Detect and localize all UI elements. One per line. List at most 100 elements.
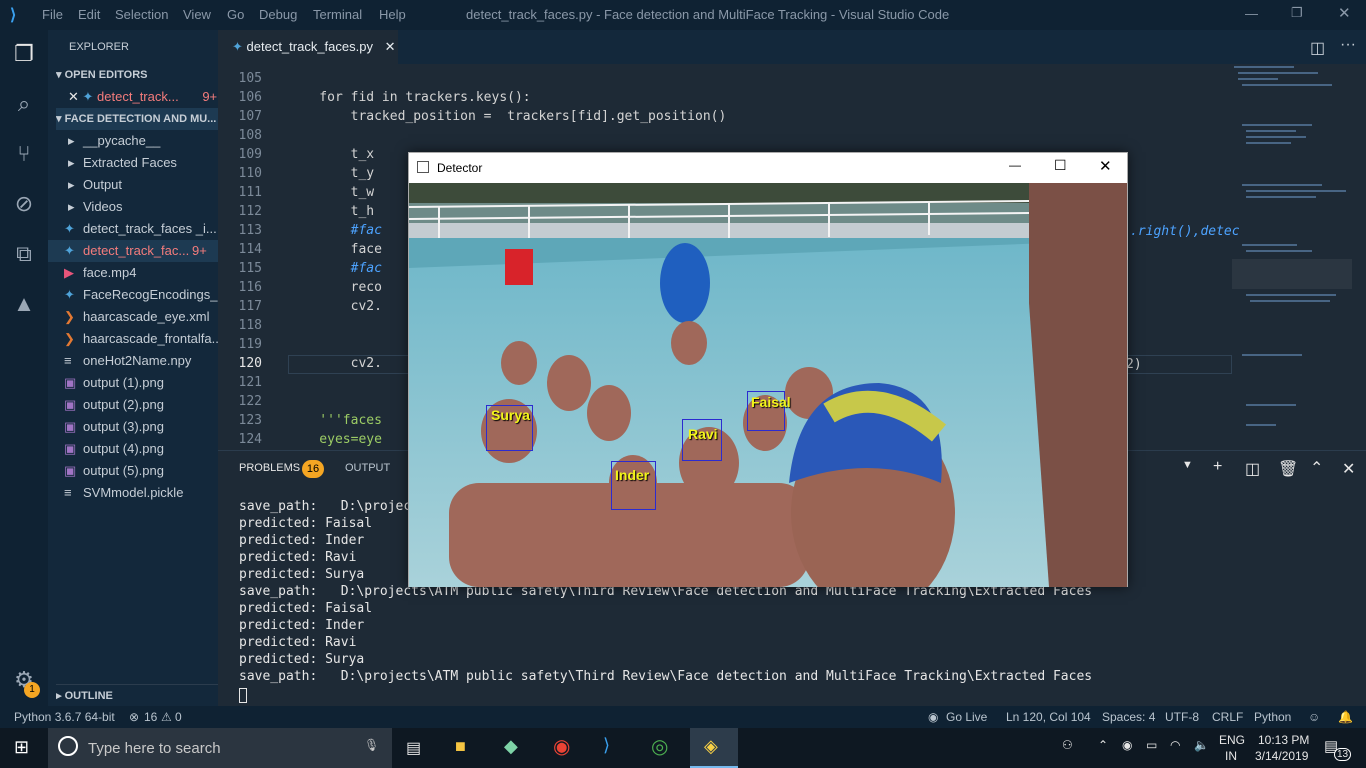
trash-icon[interactable]: 🗑 bbox=[1278, 459, 1298, 479]
source-control-icon[interactable]: ⑂ bbox=[10, 140, 38, 168]
debug-icon[interactable]: ⊘ bbox=[10, 190, 38, 218]
minimize-icon[interactable]: — bbox=[1245, 6, 1258, 21]
close-panel-icon[interactable]: ✕ bbox=[1342, 459, 1355, 479]
menu-file[interactable]: File bbox=[42, 7, 63, 22]
sidebar-item[interactable]: ▸ Videos bbox=[48, 196, 218, 218]
wifi-icon[interactable]: ◠ bbox=[1170, 738, 1180, 752]
cursor-position[interactable]: Ln 120, Col 104 bbox=[1006, 710, 1091, 724]
detector-close-icon[interactable]: ✕ bbox=[1099, 157, 1112, 175]
sidebar-item[interactable]: ▣ output (4).png bbox=[48, 438, 218, 460]
error-count[interactable]: 16 bbox=[144, 710, 157, 724]
record-icon[interactable]: ◉ bbox=[1122, 738, 1132, 752]
line-ending[interactable]: CRLF bbox=[1212, 710, 1243, 724]
go-live-button[interactable]: Go Live bbox=[946, 710, 987, 724]
sidebar-item[interactable]: ▶ face.mp4 bbox=[48, 262, 218, 284]
menu-view[interactable]: View bbox=[183, 7, 211, 22]
outline-section[interactable]: ▸ OUTLINE bbox=[56, 684, 226, 706]
chevron-up-icon[interactable]: ⌃ bbox=[1098, 738, 1108, 752]
code-line[interactable]: tracked_position = trackers[fid].get_pos… bbox=[288, 109, 727, 124]
explorer-icon[interactable]: ❐ bbox=[10, 40, 38, 68]
language-bottom[interactable]: IN bbox=[1225, 749, 1237, 763]
encoding[interactable]: UTF-8 bbox=[1165, 710, 1199, 724]
microphone-icon[interactable]: 🎙 bbox=[364, 738, 379, 752]
windows-start-icon[interactable]: ⊞ bbox=[14, 737, 29, 758]
detector-maximize-icon[interactable]: ☐ bbox=[1054, 157, 1067, 174]
tab-problems[interactable]: PROBLEMS bbox=[239, 462, 300, 474]
menu-edit[interactable]: Edit bbox=[78, 7, 100, 22]
code-line[interactable]: cv2. bbox=[288, 299, 382, 314]
menu-help[interactable]: Help bbox=[379, 7, 406, 22]
sidebar-item[interactable]: ❯ haarcascade_frontalfa... bbox=[48, 328, 218, 350]
code-line[interactable]: reco bbox=[288, 280, 382, 295]
sidebar-item[interactable]: ▸ __pycache__ bbox=[48, 130, 218, 152]
code-line[interactable]: cv2. bbox=[288, 356, 382, 371]
split-editor-icon[interactable]: ◫ bbox=[1310, 38, 1325, 58]
maximize-panel-icon[interactable]: ⌃ bbox=[1310, 458, 1323, 478]
project-section[interactable]: ▾ FACE DETECTION AND MU... bbox=[56, 108, 226, 130]
sidebar-item[interactable]: ≡ oneHot2Name.npy bbox=[48, 350, 218, 372]
chrome-icon[interactable]: ◉ bbox=[553, 734, 570, 759]
warning-count[interactable]: 0 bbox=[175, 710, 182, 724]
error-icon[interactable]: ⊗ bbox=[129, 710, 139, 724]
azure-icon[interactable]: ▲ bbox=[10, 290, 38, 318]
sidebar-item[interactable]: ▣ output (3).png bbox=[48, 416, 218, 438]
network-app-icon[interactable]: ◎ bbox=[651, 734, 668, 759]
new-terminal-icon[interactable]: + bbox=[1213, 458, 1222, 476]
indentation[interactable]: Spaces: 4 bbox=[1102, 710, 1155, 724]
people-icon[interactable]: ⚇ bbox=[1062, 738, 1073, 752]
open-editor-item[interactable]: ✕ ✦ detect_track... 9+ bbox=[68, 86, 238, 108]
warning-icon[interactable]: ⚠ bbox=[161, 710, 172, 724]
sidebar-item[interactable]: ❯ haarcascade_eye.xml bbox=[48, 306, 218, 328]
sidebar-item[interactable]: ≡ SVMmodel.pickle bbox=[48, 482, 218, 504]
code-line[interactable]: t_w bbox=[288, 185, 374, 200]
code-line[interactable]: #fac bbox=[288, 223, 382, 238]
sidebar-item[interactable]: ✦ FaceRecogEncodings_... bbox=[48, 284, 218, 306]
detector-minimize-icon[interactable]: — bbox=[1009, 158, 1021, 172]
menu-go[interactable]: Go bbox=[227, 7, 244, 22]
sidebar-item[interactable]: ▣ output (1).png bbox=[48, 372, 218, 394]
close-icon[interactable]: ✕ bbox=[1338, 4, 1351, 22]
sidebar-item[interactable]: ✦ detect_track_fac... 9+ bbox=[48, 240, 218, 262]
tab-output[interactable]: OUTPUT bbox=[345, 462, 390, 474]
code-line[interactable]: for fid in trackers.keys(): bbox=[288, 90, 530, 105]
minimap[interactable] bbox=[1232, 64, 1352, 444]
notification-bell-icon[interactable]: 🔔 bbox=[1338, 710, 1353, 724]
clock-date[interactable]: 3/14/2019 bbox=[1255, 749, 1308, 763]
sidebar-item[interactable]: ✦ detect_track_faces _i... bbox=[48, 218, 218, 240]
code-line[interactable]: #fac bbox=[288, 261, 382, 276]
menu-selection[interactable]: Selection bbox=[115, 7, 168, 22]
taskbar-search-box[interactable]: Type here to search 🎙 bbox=[48, 728, 392, 768]
task-view-icon[interactable]: ▤ bbox=[406, 738, 421, 758]
python-app-active[interactable]: ◈ bbox=[690, 728, 738, 768]
sidebar-item[interactable]: ▣ output (2).png bbox=[48, 394, 218, 416]
clock-time[interactable]: 10:13 PM bbox=[1258, 733, 1309, 747]
search-icon[interactable]: ⌕ bbox=[10, 90, 38, 118]
python-interpreter[interactable]: Python 3.6.7 64-bit bbox=[14, 710, 115, 724]
code-line[interactable]: '''faces bbox=[288, 413, 382, 428]
volume-icon[interactable]: 🔈 bbox=[1194, 738, 1209, 752]
code-line[interactable]: face bbox=[288, 242, 382, 257]
feedback-smiley-icon[interactable]: ☺ bbox=[1308, 710, 1320, 724]
detector-window[interactable]: Detector — ☐ ✕ Surya Faisal Ravi Inder bbox=[408, 152, 1128, 587]
open-editors-section[interactable]: ▾ OPEN EDITORS bbox=[56, 64, 226, 86]
split-terminal-icon[interactable]: ◫ bbox=[1245, 459, 1260, 479]
code-line[interactable]: t_h bbox=[288, 204, 374, 219]
language-mode[interactable]: Python bbox=[1254, 710, 1291, 724]
detector-title-bar[interactable]: Detector — ☐ ✕ bbox=[409, 153, 1127, 183]
tab-detect-track-faces[interactable]: ✦ detect_track_faces.py ✕ bbox=[218, 30, 398, 64]
terminal-select-chevron-icon[interactable]: ▼ bbox=[1182, 459, 1193, 471]
more-actions-icon[interactable]: ··· bbox=[1340, 36, 1356, 54]
sidebar-item[interactable]: ▸ Output bbox=[48, 174, 218, 196]
code-line[interactable]: t_y bbox=[288, 166, 374, 181]
code-line[interactable]: eyes=eye bbox=[288, 432, 382, 447]
sidebar-item[interactable]: ▸ Extracted Faces bbox=[48, 152, 218, 174]
extensions-icon[interactable]: ⧉ bbox=[10, 240, 38, 268]
menu-debug[interactable]: Debug bbox=[259, 7, 297, 22]
vscode-taskbar-icon[interactable]: ⟩ bbox=[603, 735, 610, 756]
close-editor-icon[interactable]: ✕ bbox=[68, 89, 79, 104]
file-explorer-icon[interactable]: ■ bbox=[455, 736, 466, 757]
code-line[interactable]: t_x bbox=[288, 147, 374, 162]
gitkraken-icon[interactable]: ◆ bbox=[504, 736, 518, 757]
menu-terminal[interactable]: Terminal bbox=[313, 7, 362, 22]
sidebar-item[interactable]: ▣ output (5).png bbox=[48, 460, 218, 482]
